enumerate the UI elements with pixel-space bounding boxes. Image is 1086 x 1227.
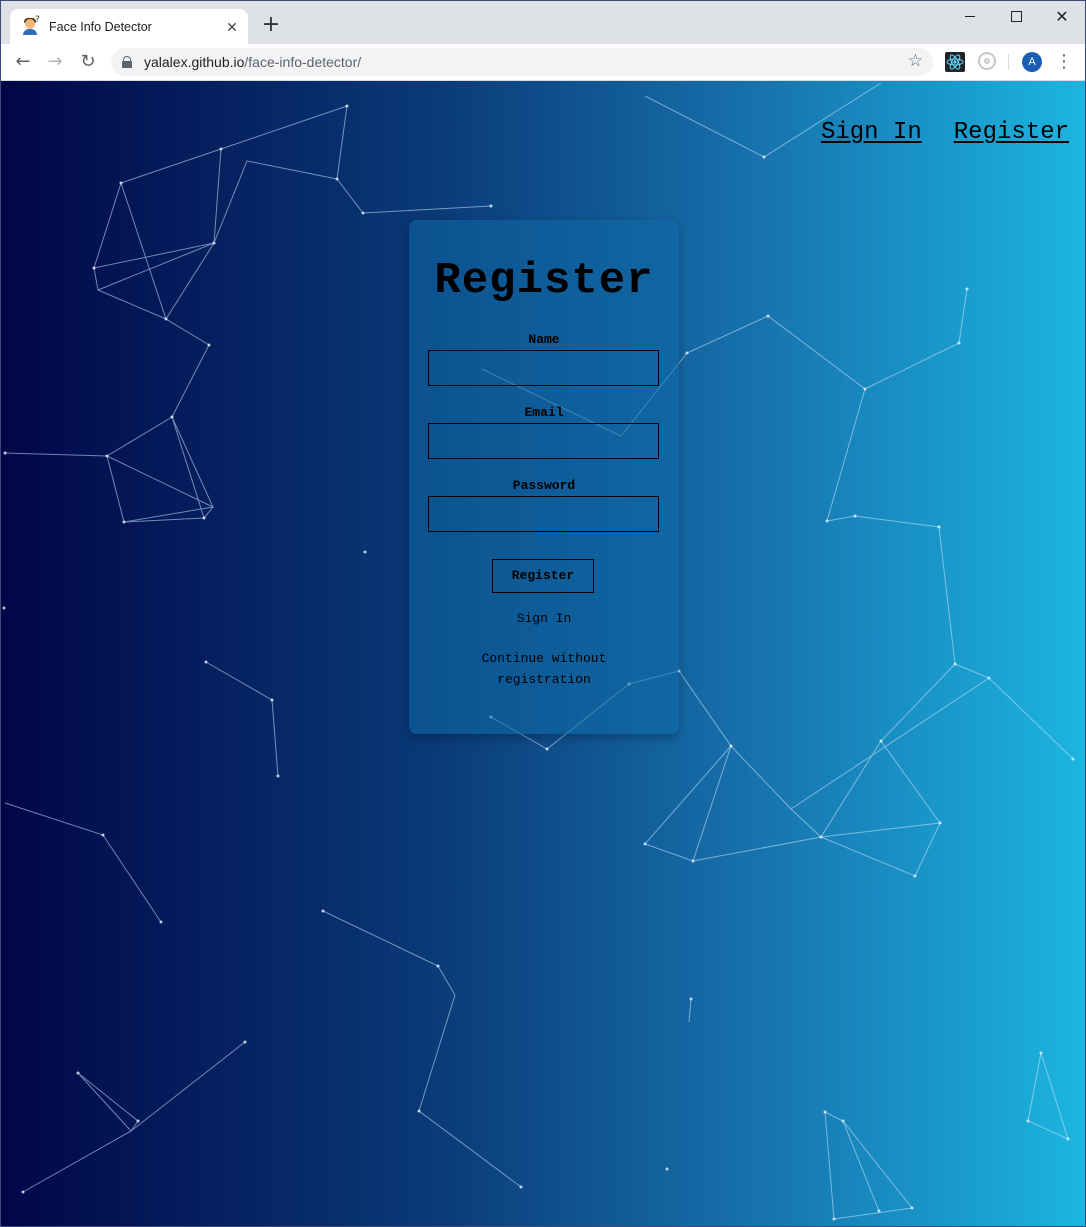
react-devtools-extension-icon[interactable]: [945, 52, 965, 72]
extension-icon[interactable]: [978, 52, 996, 70]
browser-menu-icon[interactable]: ⋮: [1055, 50, 1073, 74]
password-label: Password: [512, 478, 576, 493]
password-input[interactable]: [428, 496, 659, 532]
top-navigation: Sign In Register: [821, 119, 1069, 146]
page-background: Sign In Register Register Name Email Pas…: [1, 81, 1085, 1226]
new-tab-button[interactable]: +: [261, 14, 281, 36]
browser-toolbar: ← → ↻ yalalex.github.io/face-info-detect…: [1, 44, 1085, 81]
tab-strip: ? Face Info Detector ✕ + ✕: [1, 1, 1085, 44]
minimize-icon: [965, 15, 975, 17]
email-input[interactable]: [428, 423, 659, 459]
sign-in-link[interactable]: Sign In: [409, 611, 679, 626]
maximize-icon: [1010, 10, 1022, 22]
browser-tab[interactable]: ? Face Info Detector ✕: [10, 9, 248, 44]
register-form-card: Register Name Email Password Register Si…: [409, 220, 679, 734]
name-input[interactable]: [428, 350, 659, 386]
reload-button[interactable]: ↻: [76, 50, 100, 74]
url-path: /face-info-detector/: [244, 54, 362, 70]
tab-title: Face Info Detector: [49, 19, 152, 34]
maximize-button[interactable]: [993, 1, 1039, 31]
toolbar-divider: [1008, 54, 1009, 70]
lock-icon: [122, 56, 132, 68]
back-button[interactable]: ←: [11, 50, 35, 74]
continue-without-registration-link[interactable]: Continue without registration: [459, 648, 629, 690]
close-window-button[interactable]: ✕: [1039, 1, 1085, 31]
close-tab-icon[interactable]: ✕: [224, 19, 240, 35]
form-title: Register: [434, 256, 654, 306]
browser-window: ? Face Info Detector ✕ + ✕ ← → ↻ yalalex…: [0, 0, 1086, 1227]
forward-button[interactable]: →: [43, 50, 67, 74]
bookmark-star-icon[interactable]: ☆: [908, 51, 923, 71]
minimize-button[interactable]: [947, 1, 993, 31]
nav-register-link[interactable]: Register: [954, 119, 1069, 146]
face-favicon-icon: ?: [23, 15, 40, 35]
profile-avatar[interactable]: A: [1022, 52, 1042, 72]
nav-sign-in-link[interactable]: Sign In: [821, 119, 922, 146]
url-host: yalalex.github.io: [144, 54, 245, 70]
url-text: yalalex.github.io/face-info-detector/: [144, 54, 361, 70]
name-label: Name: [528, 332, 560, 347]
email-label: Email: [524, 405, 564, 420]
register-submit-button[interactable]: Register: [492, 559, 594, 593]
address-bar[interactable]: yalalex.github.io/face-info-detector/ ☆: [111, 48, 933, 76]
